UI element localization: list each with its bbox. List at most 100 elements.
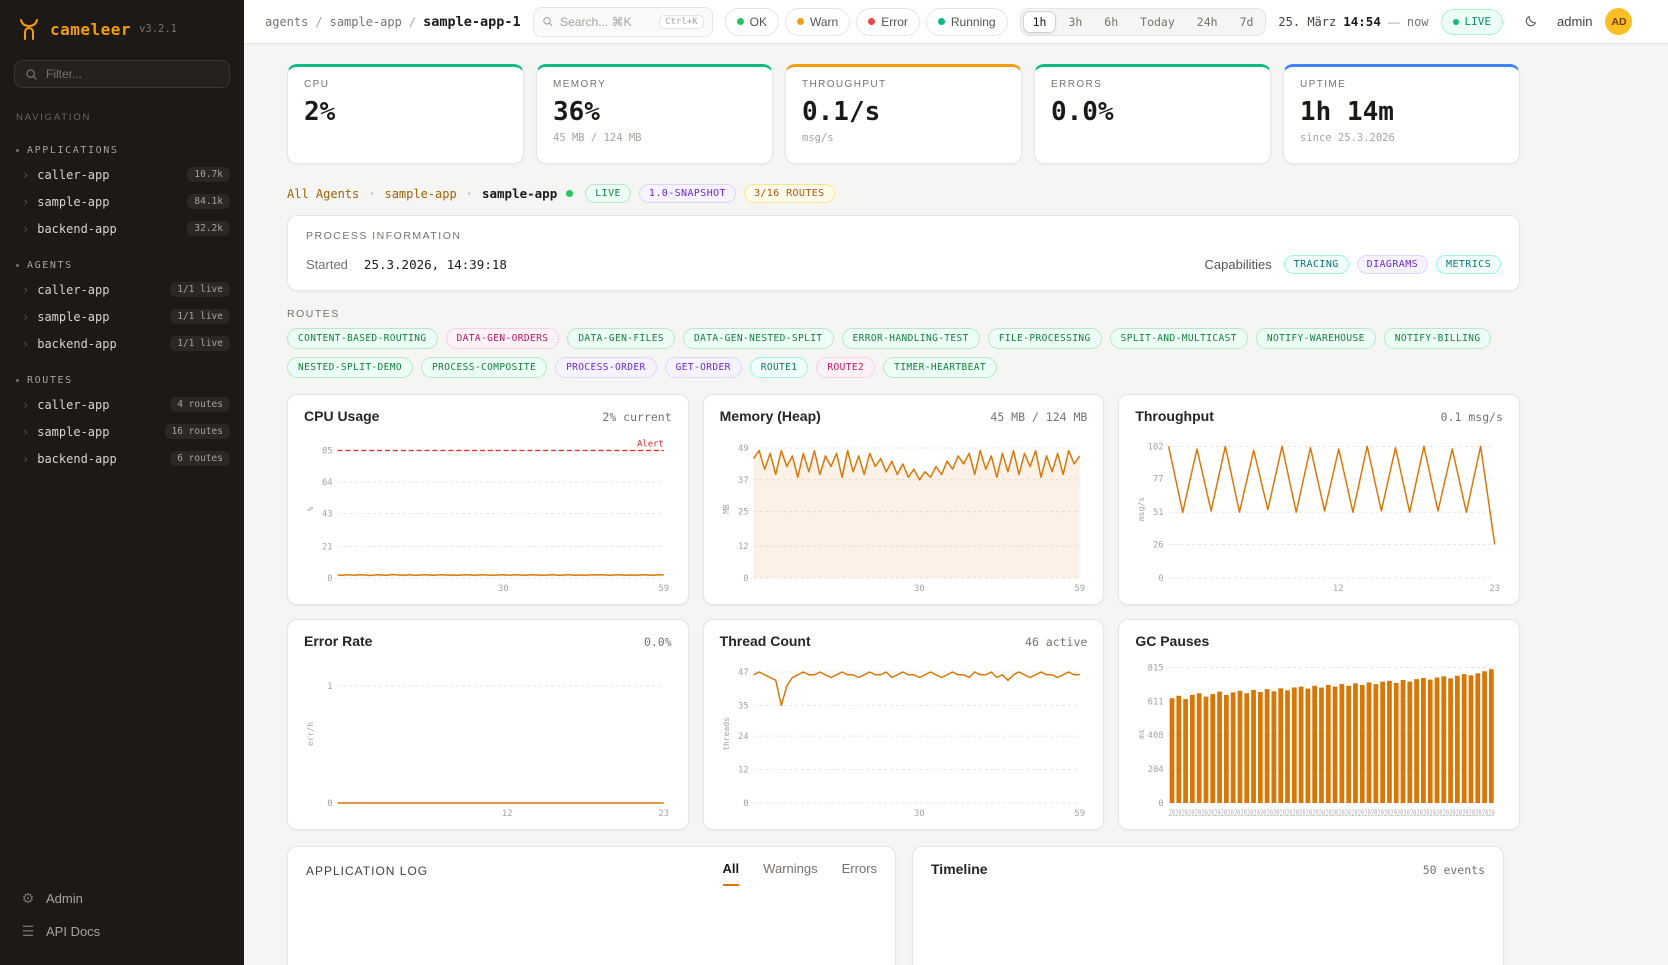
section-title: ROUTES	[27, 375, 73, 386]
route-badge-nested-split-demo[interactable]: NESTED-SPLIT-DEMO	[287, 357, 413, 378]
route-badge-route1[interactable]: ROUTE1	[750, 357, 809, 378]
routes-badge-list: CONTENT-BASED-ROUTING DATA-GEN-ORDERS DATA…	[287, 328, 1520, 378]
svg-text:0: 0	[327, 799, 332, 809]
route-badge-file-processing[interactable]: FILE-PROCESSING	[988, 328, 1102, 349]
sidebar-footer-admin[interactable]: ⚙Admin	[16, 883, 228, 914]
log-tab-errors[interactable]: Errors	[842, 861, 877, 886]
live-dot-icon	[566, 190, 573, 197]
time-range-3h[interactable]: 3h	[1058, 11, 1092, 33]
range-end-label: now	[1407, 15, 1429, 29]
app-version: v3.2.1	[139, 23, 177, 35]
gc-chart: 0204408611815ms2020202020202020202020202…	[1135, 653, 1503, 821]
time-range-24h[interactable]: 24h	[1187, 11, 1228, 33]
agent-crumb-all-agents[interactable]: All Agents	[287, 187, 359, 201]
sidebar-item-label: caller-app	[37, 168, 109, 182]
chart-header: CPU Usage2% current	[304, 408, 672, 424]
search-input[interactable]	[560, 15, 652, 29]
global-search[interactable]: Ctrl+K	[533, 7, 713, 37]
capability-badge-tracing: TRACING	[1284, 255, 1349, 274]
status-filter-ok[interactable]: OK	[725, 8, 779, 36]
svg-text:815: 815	[1148, 663, 1164, 673]
time-range-7d[interactable]: 7d	[1230, 11, 1264, 33]
status-filter-warn[interactable]: Warn	[785, 8, 850, 36]
kpi-sub: msg/s	[802, 132, 1005, 144]
route-badge-data-gen-nested-split[interactable]: DATA-GEN-NESTED-SPLIT	[683, 328, 834, 349]
svg-text:12: 12	[738, 766, 749, 776]
sidebar-item-applications-caller-app[interactable]: ›caller-app10.7k	[0, 161, 244, 188]
kpi-sub: 45 MB / 124 MB	[553, 132, 756, 144]
sidebar-item-agents-sample-app[interactable]: ›sample-app1/1 live	[0, 303, 244, 330]
sidebar-item-agents-caller-app[interactable]: ›caller-app1/1 live	[0, 276, 244, 303]
chart-current-value: 45 MB / 124 MB	[990, 410, 1087, 424]
svg-text:MB: MB	[722, 504, 731, 514]
chart-title: GC Pauses	[1135, 633, 1209, 649]
route-badge-data-gen-files[interactable]: DATA-GEN-FILES	[567, 328, 675, 349]
cameleer-logo-icon	[16, 16, 42, 42]
datetime-range[interactable]: 25. März 14:54 — now	[1278, 14, 1428, 29]
sidebar-item-label: sample-app	[37, 425, 109, 439]
sidebar-section-header-agents[interactable]: AGENTS	[0, 252, 244, 276]
content: CPU2%MEMORY36%45 MB / 124 MBTHROUGHPUT0.…	[244, 44, 1668, 965]
app-logo[interactable]: cameleer v3.2.1	[0, 0, 244, 54]
route-badge-process-order[interactable]: PROCESS-ORDER	[555, 357, 657, 378]
route-badge-get-order[interactable]: GET-ORDER	[665, 357, 742, 378]
sidebar-item-label: backend-app	[37, 452, 116, 466]
time-range-1h[interactable]: 1h	[1023, 11, 1057, 33]
route-badge-process-composite[interactable]: PROCESS-COMPOSITE	[421, 357, 547, 378]
avatar[interactable]: AD	[1605, 8, 1632, 35]
sidebar-item-applications-sample-app[interactable]: ›sample-app84.1k	[0, 188, 244, 215]
status-filter-running[interactable]: Running	[926, 8, 1008, 36]
sidebar-item-badge: 16 routes	[165, 424, 230, 439]
svg-text:0: 0	[1159, 799, 1164, 809]
sidebar-sections: APPLICATIONS›caller-app10.7k›sample-app8…	[0, 127, 244, 472]
svg-text:1: 1	[327, 682, 332, 692]
application-log-header: APPLICATION LOG AllWarningsErrors	[306, 861, 877, 886]
chevron-right-icon: ›	[22, 311, 29, 323]
svg-text:0: 0	[743, 799, 748, 809]
process-info-title: PROCESS INFORMATION	[306, 230, 1501, 242]
user-menu[interactable]: admin	[1557, 14, 1592, 29]
kpi-label: THROUGHPUT	[802, 79, 1005, 90]
log-tab-all[interactable]: All	[723, 861, 740, 886]
sidebar-item-label: backend-app	[37, 222, 116, 236]
sidebar-item-routes-backend-app[interactable]: ›backend-app6 routes	[0, 445, 244, 472]
sidebar-item-agents-backend-app[interactable]: ›backend-app1/1 live	[0, 330, 244, 357]
sidebar-item-applications-backend-app[interactable]: ›backend-app32.2k	[0, 215, 244, 242]
route-badge-timer-heartbeat[interactable]: TIMER-HEARTBEAT	[883, 357, 997, 378]
capability-badge-diagrams: DIAGRAMS	[1357, 255, 1428, 274]
chart-current-value: 0.0%	[644, 635, 672, 649]
time-range-6h[interactable]: 6h	[1094, 11, 1128, 33]
breadcrumb-item-sample-app[interactable]: sample-app	[330, 15, 402, 29]
sidebar-footer-label: Admin	[46, 891, 83, 906]
sidebar-item-badge: 84.1k	[187, 194, 230, 209]
live-indicator[interactable]: LIVE	[1441, 9, 1504, 35]
sidebar-footer-label: API Docs	[46, 924, 100, 939]
route-badge-split-and-multicast[interactable]: SPLIT-AND-MULTICAST	[1110, 328, 1248, 349]
route-badge-notify-billing[interactable]: NOTIFY-BILLING	[1384, 328, 1492, 349]
sidebar-item-routes-caller-app[interactable]: ›caller-app4 routes	[0, 391, 244, 418]
agent-crumb-sample-app[interactable]: sample-app	[384, 187, 456, 201]
error-rate-chart: 01err/h1223	[304, 653, 672, 821]
kpi-card-uptime: UPTIME1h 14msince 25.3.2026	[1283, 64, 1520, 164]
dark-mode-toggle[interactable]	[1516, 8, 1544, 36]
sidebar-section-header-routes[interactable]: ROUTES	[0, 367, 244, 391]
svg-text:err/h: err/h	[306, 722, 315, 746]
sidebar-footer-api-docs[interactable]: ☰API Docs	[16, 916, 228, 947]
route-badge-error-handling-test[interactable]: ERROR-HANDLING-TEST	[842, 328, 980, 349]
filter-input[interactable]	[46, 67, 219, 81]
route-badge-notify-warehouse[interactable]: NOTIFY-WAREHOUSE	[1256, 328, 1376, 349]
breadcrumb-item-agents[interactable]: agents	[265, 15, 308, 29]
route-badge-content-based-routing[interactable]: CONTENT-BASED-ROUTING	[287, 328, 438, 349]
sidebar-section-header-applications[interactable]: APPLICATIONS	[0, 137, 244, 161]
chart-title: Error Rate	[304, 633, 372, 649]
status-filter-label: Error	[881, 15, 908, 29]
sidebar-item-routes-sample-app[interactable]: ›sample-app16 routes	[0, 418, 244, 445]
log-tab-warnings[interactable]: Warnings	[763, 861, 817, 886]
status-filter-error[interactable]: Error	[856, 8, 920, 36]
status-dot-icon	[797, 18, 804, 25]
capabilities-label: Capabilities	[1205, 257, 1272, 272]
route-badge-route2[interactable]: ROUTE2	[816, 357, 875, 378]
route-badge-data-gen-orders[interactable]: DATA-GEN-ORDERS	[446, 328, 560, 349]
capabilities-badges: TRACINGDIAGRAMSMETRICS	[1284, 255, 1501, 274]
time-range-today[interactable]: Today	[1130, 11, 1185, 33]
